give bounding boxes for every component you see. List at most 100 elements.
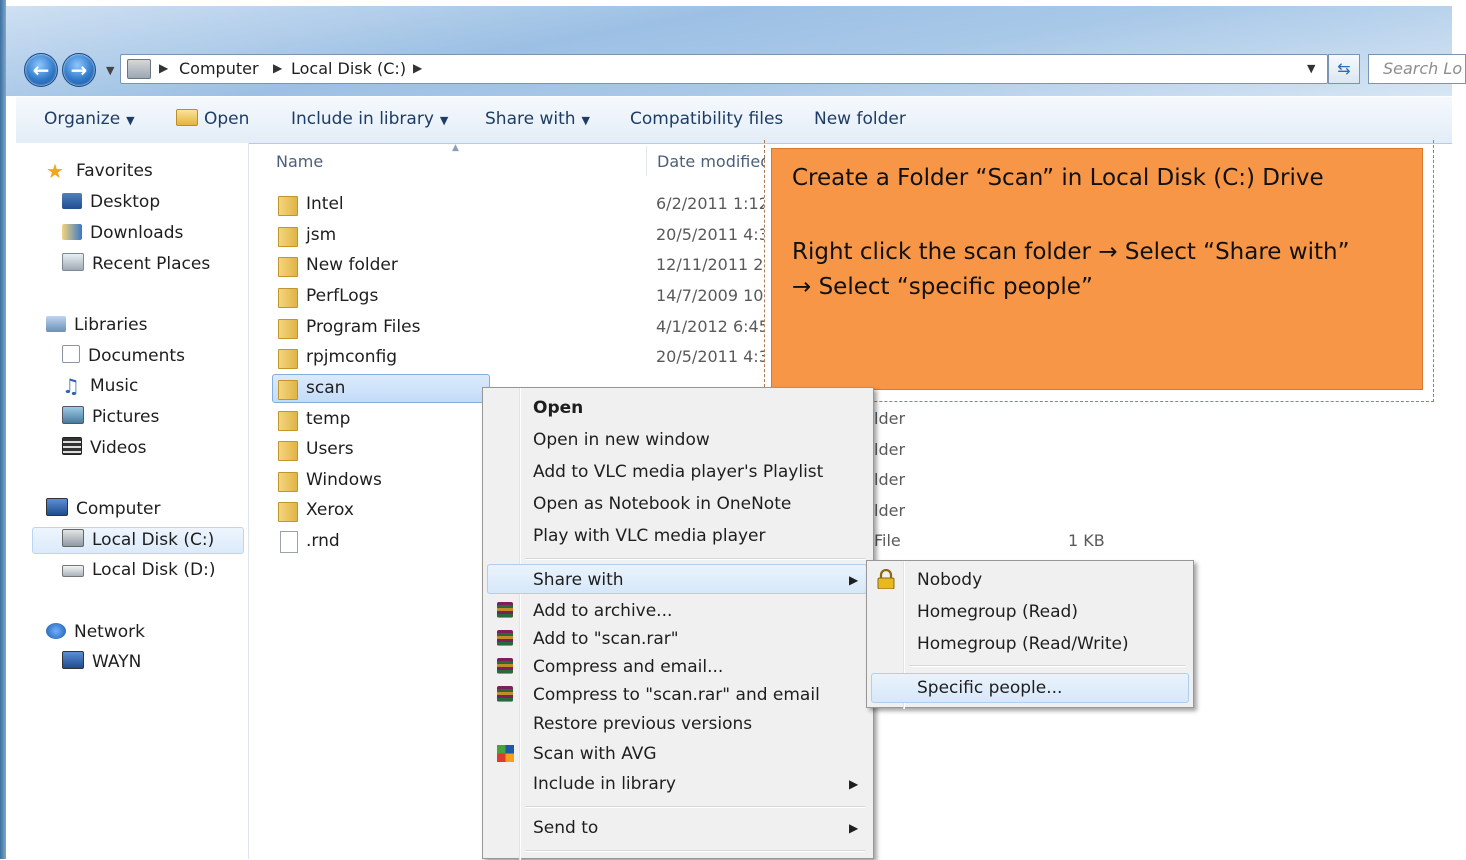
breadcrumb-computer[interactable]: Computer	[179, 59, 259, 78]
breadcrumb-separator-icon[interactable]: ▶	[273, 61, 282, 75]
sidebar-item-libraries[interactable]: Libraries	[46, 312, 147, 338]
table-row[interactable]: New folder 12/11/2011 2:5	[272, 251, 772, 280]
back-arrow-icon: ←	[32, 58, 50, 82]
file-name: Users	[306, 439, 354, 459]
submenu-item-specific-people[interactable]: Specific people...	[917, 678, 1062, 698]
sidebar-item-documents[interactable]: Documents	[62, 343, 185, 369]
address-bar[interactable]: ▶ Computer ▶ Local Disk (C:) ▶ ▼	[120, 54, 1328, 84]
folder-icon	[278, 196, 298, 216]
chevron-down-icon: ▼	[126, 114, 135, 127]
sidebar-item-pictures[interactable]: Pictures	[62, 404, 159, 430]
share-with-button[interactable]: Share with ▼	[485, 109, 590, 129]
organize-button[interactable]: Organize ▼	[44, 109, 135, 129]
libraries-icon	[46, 316, 66, 332]
recent-pages-dropdown[interactable]: ▼	[106, 64, 114, 77]
sidebar-label: Libraries	[74, 315, 148, 335]
menu-item-open-as-notebook[interactable]: Open as Notebook in OneNote	[533, 494, 791, 514]
column-divider[interactable]	[646, 146, 647, 176]
sidebar-label: WAYN	[92, 652, 142, 672]
sidebar-label: Computer	[76, 499, 161, 519]
menu-item-compress-and-email[interactable]: Compress and email...	[533, 657, 723, 677]
table-row[interactable]: Program Files 4/1/2012 6:45	[272, 313, 772, 342]
menu-separator	[909, 665, 1185, 667]
star-icon: ★	[46, 159, 64, 183]
menu-item-add-to-archive[interactable]: Add to archive...	[533, 601, 672, 621]
menu-item-compress-to-scan-rar-and-email[interactable]: Compress to "scan.rar" and email	[533, 685, 820, 705]
sidebar-item-videos[interactable]: Videos	[62, 435, 147, 461]
breadcrumb-local-disk-c[interactable]: Local Disk (C:)	[291, 59, 406, 78]
menu-separator	[525, 806, 865, 808]
sidebar-item-music[interactable]: ♫ Music	[62, 373, 138, 399]
annotation-spacer	[792, 196, 1402, 235]
search-input[interactable]: Search Lo	[1368, 54, 1466, 84]
table-row[interactable]: rpjmconfig 20/5/2011 4:31	[272, 343, 772, 372]
sidebar-label: Favorites	[76, 161, 153, 181]
sidebar-item-desktop[interactable]: Desktop	[62, 189, 160, 215]
submenu-item-nobody[interactable]: Nobody	[917, 570, 982, 590]
sidebar-item-favorites[interactable]: ★ Favorites	[46, 158, 153, 184]
file-name: jsm	[306, 225, 337, 245]
folder-icon	[278, 380, 298, 400]
table-row[interactable]: Intel 6/2/2011 1:12	[272, 190, 772, 219]
new-folder-button[interactable]: New folder	[814, 109, 906, 129]
organize-label: Organize	[44, 109, 121, 129]
table-row[interactable]: jsm 20/5/2011 4:31	[272, 221, 772, 250]
avg-icon	[497, 745, 514, 762]
file-name: scan	[306, 378, 346, 398]
share-with-label: Share with	[485, 109, 576, 129]
sidebar-label: Network	[74, 622, 145, 642]
sidebar-item-local-disk-d[interactable]: Local Disk (D:)	[62, 557, 215, 583]
menu-item-add-to-scan-rar[interactable]: Add to "scan.rar"	[533, 629, 679, 649]
sidebar-item-downloads[interactable]: Downloads	[62, 220, 183, 246]
include-in-library-button[interactable]: Include in library ▼	[291, 109, 448, 129]
music-note-icon: ♫	[62, 374, 80, 398]
menu-item-play-with-vlc[interactable]: Play with VLC media player	[533, 526, 766, 546]
folder-open-icon	[176, 109, 198, 126]
file-type-fragment: lder	[874, 501, 906, 520]
sidebar-item-recent-places[interactable]: Recent Places	[62, 251, 210, 277]
breadcrumb-separator-icon[interactable]: ▶	[413, 61, 422, 75]
file-name: Xerox	[306, 500, 354, 520]
recent-places-icon	[62, 253, 84, 271]
table-row[interactable]: PerfLogs 14/7/2009 10:3	[272, 282, 772, 311]
winrar-icon	[497, 630, 513, 646]
menu-item-restore-previous-versions[interactable]: Restore previous versions	[533, 714, 752, 734]
sidebar-item-wayn[interactable]: WAYN	[62, 649, 141, 675]
menu-item-share-with[interactable]: Share with	[533, 570, 624, 590]
compatibility-files-button[interactable]: Compatibility files	[630, 109, 783, 129]
share-with-submenu: Nobody Homegroup (Read) Homegroup (Read/…	[866, 560, 1194, 709]
file-name: Intel	[306, 194, 344, 214]
file-date: 20/5/2011 4:31	[656, 225, 764, 244]
sidebar-item-local-disk-c[interactable]: Local Disk (C:)	[62, 527, 214, 553]
folder-icon	[278, 411, 298, 431]
folder-icon	[278, 319, 298, 339]
menu-item-scan-with-avg[interactable]: Scan with AVG	[533, 744, 657, 764]
address-history-dropdown[interactable]: ▼	[1307, 62, 1315, 75]
forward-button[interactable]: →	[62, 53, 96, 87]
refresh-button[interactable]: ⇆	[1328, 54, 1360, 84]
file-type-fragment: lder	[874, 409, 906, 428]
forward-arrow-icon: →	[70, 58, 88, 82]
sidebar-label: Music	[90, 376, 139, 396]
submenu-item-homegroup-read[interactable]: Homegroup (Read)	[917, 602, 1078, 622]
command-bar: Organize ▼ Open Include in library ▼ Share…	[16, 96, 1452, 144]
column-header-name[interactable]: Name	[276, 152, 323, 171]
open-button[interactable]: Open	[176, 109, 249, 129]
file-name: rpjmconfig	[306, 347, 398, 367]
column-header-date-modified[interactable]: Date modified	[657, 152, 765, 171]
menu-item-send-to[interactable]: Send to	[533, 818, 598, 838]
menu-item-open[interactable]: Open	[533, 398, 583, 418]
menu-item-include-in-library[interactable]: Include in library	[533, 774, 676, 794]
sidebar-label: Desktop	[90, 192, 161, 212]
menu-item-add-to-vlc-playlist[interactable]: Add to VLC media player's Playlist	[533, 462, 823, 482]
file-name: PerfLogs	[306, 286, 379, 306]
submenu-item-homegroup-read-write[interactable]: Homegroup (Read/Write)	[917, 634, 1129, 654]
include-in-library-label: Include in library	[291, 109, 434, 129]
breadcrumb-separator-icon[interactable]: ▶	[159, 61, 168, 75]
menu-item-open-in-new-window[interactable]: Open in new window	[533, 430, 710, 450]
sidebar-item-computer[interactable]: Computer	[46, 496, 161, 522]
sidebar-item-network[interactable]: Network	[46, 619, 145, 645]
folder-icon	[278, 349, 298, 369]
folder-icon	[278, 441, 298, 461]
back-button[interactable]: ←	[24, 53, 58, 87]
